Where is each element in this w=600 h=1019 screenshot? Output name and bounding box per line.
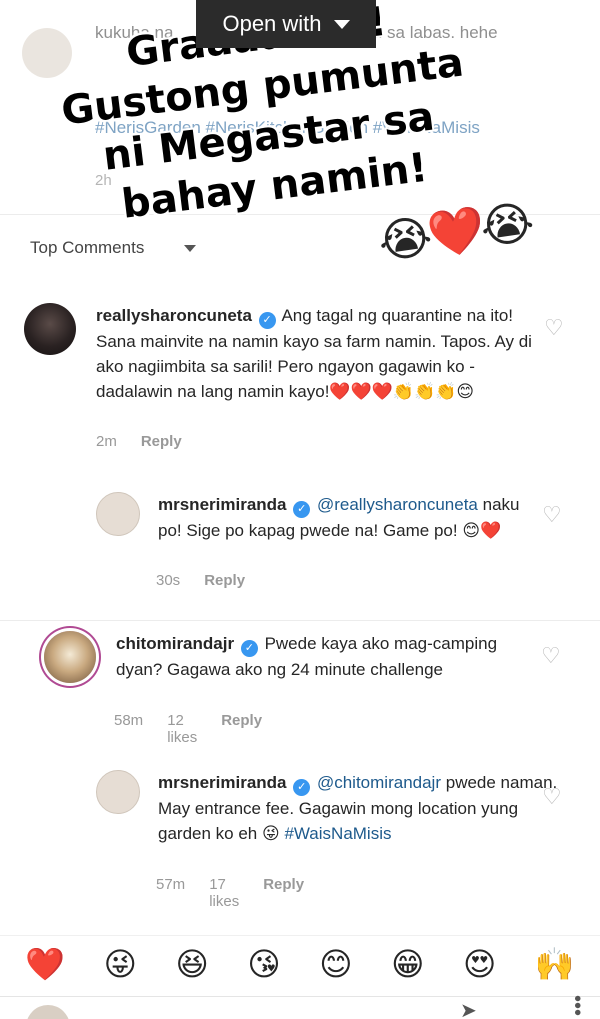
caret-down-icon — [333, 19, 350, 29]
grinning-emoji-icon[interactable]: 😁 — [391, 944, 424, 984]
reply-button[interactable]: Reply — [204, 572, 245, 589]
verified-icon: ✓ — [293, 501, 311, 518]
heart-eyes-emoji-icon[interactable]: 😍 — [463, 944, 496, 984]
heart-outline-icon[interactable]: ♡ — [544, 315, 564, 341]
reply-button[interactable]: Reply — [221, 712, 262, 746]
avatar[interactable] — [96, 492, 140, 536]
emoji-reaction-bar: ❤️ 😜 😆 😘 😊 😁 😍 🙌 — [0, 935, 600, 991]
comment-input-bar: ➤ ••• — [0, 995, 600, 1019]
comment-time: 30s — [156, 572, 181, 589]
verified-icon: ✓ — [293, 779, 311, 796]
send-icon[interactable]: ➤ — [460, 998, 477, 1019]
comment-time: 57m — [156, 876, 186, 893]
sort-dropdown[interactable]: Top Comments — [30, 238, 197, 258]
winking-tongue-emoji-icon[interactable]: 😜 — [104, 944, 137, 984]
triangle-down-icon — [184, 244, 197, 252]
verified-icon: ✓ — [240, 640, 258, 657]
comment-likes[interactable]: 17 likes — [209, 876, 239, 910]
verified-icon: ✓ — [258, 312, 276, 329]
heart-outline-icon[interactable]: ♡ — [541, 643, 561, 669]
comment-body: chitomirandajr ✓ Pwede kaya ako mag-camp… — [116, 631, 536, 682]
heart-outline-icon[interactable]: ♡ — [542, 502, 562, 528]
avatar — [26, 1005, 70, 1019]
comment-time: 2m — [96, 433, 117, 450]
comment-username[interactable]: mrsnerimiranda — [158, 773, 287, 792]
comment-username[interactable]: chitomirandajr — [116, 634, 234, 653]
divider — [0, 620, 600, 621]
comment-body: reallysharoncuneta ✓ Ang tagal ng quaran… — [96, 303, 536, 404]
open-with-label: Open with — [222, 11, 322, 36]
more-icon[interactable]: ••• — [565, 995, 588, 1016]
open-with-button[interactable]: Open with — [196, 0, 376, 48]
avatar[interactable] — [96, 770, 140, 814]
comment-meta: 2m Reply — [96, 433, 182, 450]
comment-username[interactable]: mrsnerimiranda — [158, 495, 287, 514]
kiss-emoji-icon[interactable]: 😘 — [247, 944, 280, 984]
reply-button[interactable]: Reply — [263, 876, 304, 910]
sort-label: Top Comments — [30, 238, 145, 257]
heart-emoji-icon[interactable]: ❤️ — [25, 944, 65, 984]
comment-meta: 30s Reply — [156, 572, 245, 589]
reply-button[interactable]: Reply — [141, 433, 182, 450]
comment-username[interactable]: reallysharoncuneta — [96, 306, 252, 325]
hashtag-link[interactable]: #WaisNaMisis — [284, 824, 391, 843]
mention-link[interactable]: @reallysharoncuneta — [317, 495, 478, 514]
comment-meta: 57m 17 likes Reply — [156, 876, 304, 910]
comment-time: 58m — [114, 712, 144, 729]
comment-body: mrsnerimiranda ✓ @reallysharoncuneta nak… — [158, 492, 538, 543]
comment-meta: 58m 12 likes Reply — [114, 712, 262, 746]
laughing-emoji-icon[interactable]: 😆 — [175, 944, 208, 984]
mention-link[interactable]: @chitomirandajr — [317, 773, 441, 792]
smiling-emoji-icon[interactable]: 😊 — [319, 944, 352, 984]
comment-body: mrsnerimiranda ✓ @chitomirandajr pwede n… — [158, 770, 558, 846]
avatar[interactable] — [44, 631, 96, 683]
raised-hands-emoji-icon[interactable]: 🙌 — [535, 944, 575, 984]
avatar[interactable] — [24, 303, 76, 355]
comment-likes[interactable]: 12 likes — [167, 712, 197, 746]
heart-outline-icon[interactable]: ♡ — [542, 784, 562, 810]
